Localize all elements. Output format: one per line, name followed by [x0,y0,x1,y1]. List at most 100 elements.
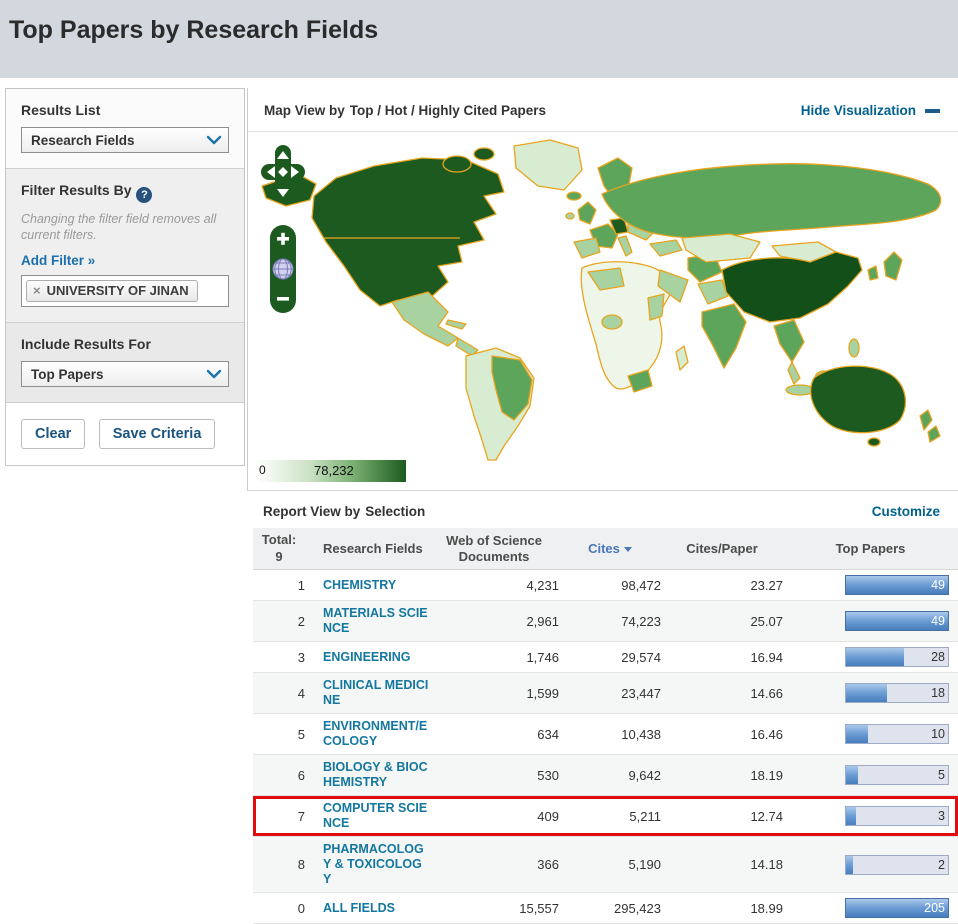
row-cites-per-paper: 14.18 [661,857,783,872]
results-list-section: Results List Research Fields [6,89,244,169]
table-row: 1 CHEMISTRY 4,231 98,472 23.27 49 [253,570,958,601]
filter-label: Filter Results By? [21,182,229,203]
top-papers-bar[interactable]: 5 [845,765,949,785]
report-header: Report View bySelection Customize [247,491,958,528]
row-rank: 1 [253,578,305,593]
filter-tag-label: UNIVERSITY OF JINAN [47,283,189,298]
column-header-cites-sort[interactable]: Cites [559,541,661,556]
choropleth-map[interactable] [252,134,952,464]
row-rank: 6 [253,768,305,783]
row-wos-documents: 409 [429,809,559,824]
row-cites-per-paper: 18.19 [661,768,783,783]
row-rank: 5 [253,727,305,742]
results-list-value: Research Fields [31,133,135,148]
total-count-header: Total: 9 [253,532,305,565]
zoom-control[interactable] [268,223,298,315]
top-papers-bar[interactable]: 18 [845,683,949,703]
row-cites: 74,223 [559,614,661,629]
row-cites: 10,438 [559,727,661,742]
save-criteria-button[interactable]: Save Criteria [99,419,216,449]
table-row: 3 ENGINEERING 1,746 29,574 16.94 28 [253,642,958,673]
criteria-buttons-section: Clear Save Criteria [6,403,244,465]
top-papers-bar[interactable]: 3 [845,806,949,826]
row-wos-documents: 1,746 [429,650,559,665]
results-list-dropdown[interactable]: Research Fields [21,127,229,153]
column-header-research-fields: Research Fields [323,541,429,556]
table-row: 4 CLINICAL MEDICINE 1,599 23,447 14.66 1… [253,673,958,714]
top-papers-value: 3 [938,809,945,823]
row-wos-documents: 2,961 [429,614,559,629]
world-map[interactable]: 0 78,232 [248,132,958,490]
chevron-down-icon [206,134,222,146]
row-cites-per-paper: 16.46 [661,727,783,742]
map-legend: 0 78,232 [256,460,406,482]
top-papers-value: 10 [931,727,945,741]
top-papers-value: 18 [931,686,945,700]
table-row: 5 ENVIRONMENT/ECOLOGY 634 10,438 16.46 1… [253,714,958,755]
research-field-link[interactable]: CLINICAL MEDICINE [323,678,429,708]
row-rank: 0 [253,901,305,916]
research-field-link[interactable]: ALL FIELDS [323,901,429,916]
top-papers-bar-fill [846,807,856,825]
row-cites: 9,642 [559,768,661,783]
table-row: 0 ALL FIELDS 15,557 295,423 18.99 205 [253,893,958,924]
top-papers-bar[interactable]: 2 [845,855,949,875]
table-body: 1 CHEMISTRY 4,231 98,472 23.27 49 2 MATE… [253,570,958,924]
pan-control[interactable] [260,144,306,206]
sidebar: Results List Research Fields Filter Resu… [5,88,245,466]
row-cites: 23,447 [559,686,661,701]
row-wos-documents: 366 [429,857,559,872]
report-view-title: Report View bySelection [263,504,425,519]
top-papers-value: 205 [924,901,945,915]
help-icon[interactable]: ? [136,187,152,203]
content-area: Results List Research Fields Filter Resu… [0,78,958,924]
zoom-out-icon [277,297,289,301]
filter-section: Filter Results By? Changing the filter f… [6,169,244,323]
page-title: Top Papers by Research Fields [9,16,948,45]
clear-button[interactable]: Clear [21,419,85,449]
research-field-link[interactable]: PHARMACOLOGY & TOXICOLOGY [323,842,429,887]
top-papers-bar[interactable]: 10 [845,724,949,744]
filter-box[interactable]: × UNIVERSITY OF JINAN [21,275,229,307]
research-field-link[interactable]: COMPUTER SCIENCE [323,801,429,831]
hide-visualization-link[interactable]: Hide Visualization [801,103,940,118]
top-papers-bar[interactable]: 49 [845,575,949,595]
include-results-dropdown[interactable]: Top Papers [21,361,229,387]
row-rank: 2 [253,614,305,629]
results-list-label: Results List [21,102,229,118]
top-papers-value: 2 [938,858,945,872]
research-field-link[interactable]: ENGINEERING [323,650,429,665]
top-papers-bar-fill [846,648,904,666]
top-papers-bar[interactable]: 28 [845,647,949,667]
remove-filter-icon[interactable]: × [33,283,41,298]
row-cites-per-paper: 18.99 [661,901,783,916]
filter-note: Changing the filter field removes all cu… [21,212,229,243]
top-papers-value: 49 [931,614,945,628]
map-section: Map View byTop / Hot / Highly Cited Pape… [247,88,958,491]
customize-link[interactable]: Customize [872,504,940,519]
row-rank: 7 [253,809,305,824]
research-field-link[interactable]: CHEMISTRY [323,578,429,593]
row-wos-documents: 1,599 [429,686,559,701]
row-cites-per-paper: 16.94 [661,650,783,665]
report-section: Report View bySelection Customize Total:… [247,491,958,924]
research-field-link[interactable]: BIOLOGY & BIOCHEMISTRY [323,760,429,790]
research-field-link[interactable]: MATERIALS SCIENCE [323,606,429,636]
top-papers-value: 49 [931,578,945,592]
row-cites-per-paper: 25.07 [661,614,783,629]
row-wos-documents: 634 [429,727,559,742]
top-papers-bar-fill [846,725,868,743]
filter-tag[interactable]: × UNIVERSITY OF JINAN [26,280,198,302]
research-field-link[interactable]: ENVIRONMENT/ECOLOGY [323,719,429,749]
map-controls [260,144,306,320]
add-filter-link[interactable]: Add Filter » [21,253,95,268]
page-header: Top Papers by Research Fields [0,0,958,78]
top-papers-value: 28 [931,650,945,664]
legend-min: 0 [259,463,266,477]
top-papers-bar[interactable]: 49 [845,611,949,631]
map-header: Map View byTop / Hot / Highly Cited Pape… [248,88,958,132]
top-papers-bar-fill [846,766,858,784]
table-row: 2 MATERIALS SCIENCE 2,961 74,223 25.07 4… [253,601,958,642]
row-cites: 5,211 [559,809,661,824]
top-papers-bar[interactable]: 205 [845,898,949,918]
